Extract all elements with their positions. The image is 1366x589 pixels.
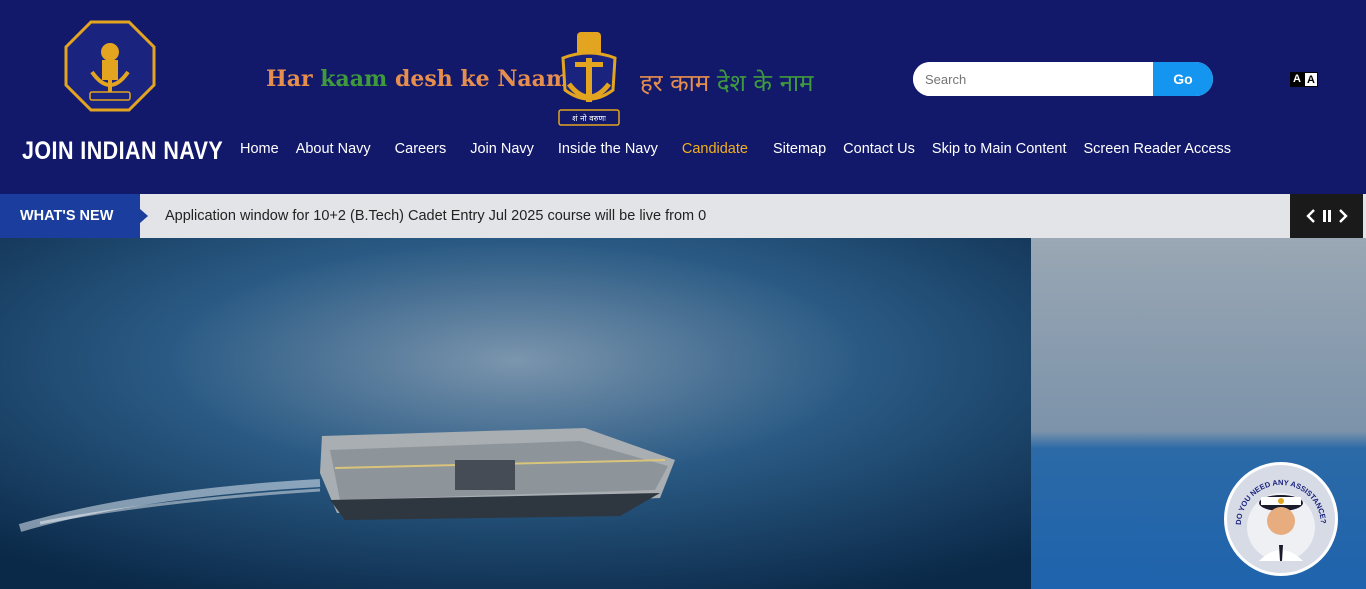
- whats-new-label: WHAT'S NEW: [0, 194, 140, 238]
- slogan-word: हर काम: [640, 69, 717, 97]
- slogan-word: desh ke Naam: [395, 66, 570, 92]
- font-normal-button[interactable]: A: [1290, 72, 1304, 87]
- nav-item-careers[interactable]: Careers: [395, 141, 447, 157]
- chevron-left-icon[interactable]: [1305, 209, 1316, 223]
- search-input[interactable]: [913, 62, 1153, 96]
- emblem-motto: शं नो वरुणः: [572, 113, 606, 123]
- aircraft-carrier-image: [0, 238, 1031, 589]
- slogan-word: देश के नाम: [716, 69, 814, 97]
- nav-item-skip-to-main-content[interactable]: Skip to Main Content: [932, 141, 1067, 157]
- ticker-controls: [1290, 194, 1363, 238]
- nav-item-inside-the-navy[interactable]: Inside the Navy: [558, 141, 658, 157]
- search-go-button[interactable]: Go: [1153, 62, 1213, 96]
- main-nav: Home About Navy Careers Join Navy Inside…: [240, 141, 1231, 157]
- nav-item-candidate[interactable]: Candidate: [682, 141, 748, 157]
- ticker-arrow-icon: [140, 209, 148, 223]
- site-header: JOIN INDIAN NAVY Har kaam desh ke Naam श…: [0, 0, 1366, 194]
- slogan-word: Har: [266, 66, 321, 92]
- slogan-word: kaam: [320, 66, 395, 92]
- slogan-english: Har kaam desh ke Naam: [266, 66, 569, 92]
- font-size-toggle: A A: [1290, 72, 1318, 87]
- chevron-right-icon[interactable]: [1338, 209, 1348, 223]
- hero-banner: [0, 238, 1366, 589]
- search-box: Go: [913, 62, 1213, 96]
- nav-item-home[interactable]: Home: [240, 141, 279, 157]
- ticker-text[interactable]: Application window for 10+2 (B.Tech) Cad…: [165, 194, 728, 238]
- navy-emblem-icon: शं नो वरुणः: [558, 32, 620, 126]
- sailor-icon: DO YOU NEED ANY ASSISTANCE?: [1234, 478, 1328, 561]
- whats-new-ticker: WHAT'S NEW Application window for 10+2 (…: [0, 194, 1366, 238]
- nav-item-join-navy[interactable]: Join Navy: [470, 141, 534, 157]
- assistance-chatbot-button[interactable]: DO YOU NEED ANY ASSISTANCE?: [1224, 462, 1338, 576]
- navy-crest-logo[interactable]: [64, 20, 156, 112]
- nav-item-screen-reader-access[interactable]: Screen Reader Access: [1084, 141, 1232, 157]
- nav-item-contact-us[interactable]: Contact Us: [843, 141, 915, 157]
- slogan-hindi: हर काम देश के नाम: [640, 66, 813, 99]
- site-title[interactable]: JOIN INDIAN NAVY: [22, 137, 223, 166]
- nav-item-about-navy[interactable]: About Navy: [296, 141, 371, 157]
- font-large-button[interactable]: A: [1304, 72, 1318, 87]
- nav-item-sitemap[interactable]: Sitemap: [773, 141, 826, 157]
- pause-icon[interactable]: [1322, 209, 1332, 223]
